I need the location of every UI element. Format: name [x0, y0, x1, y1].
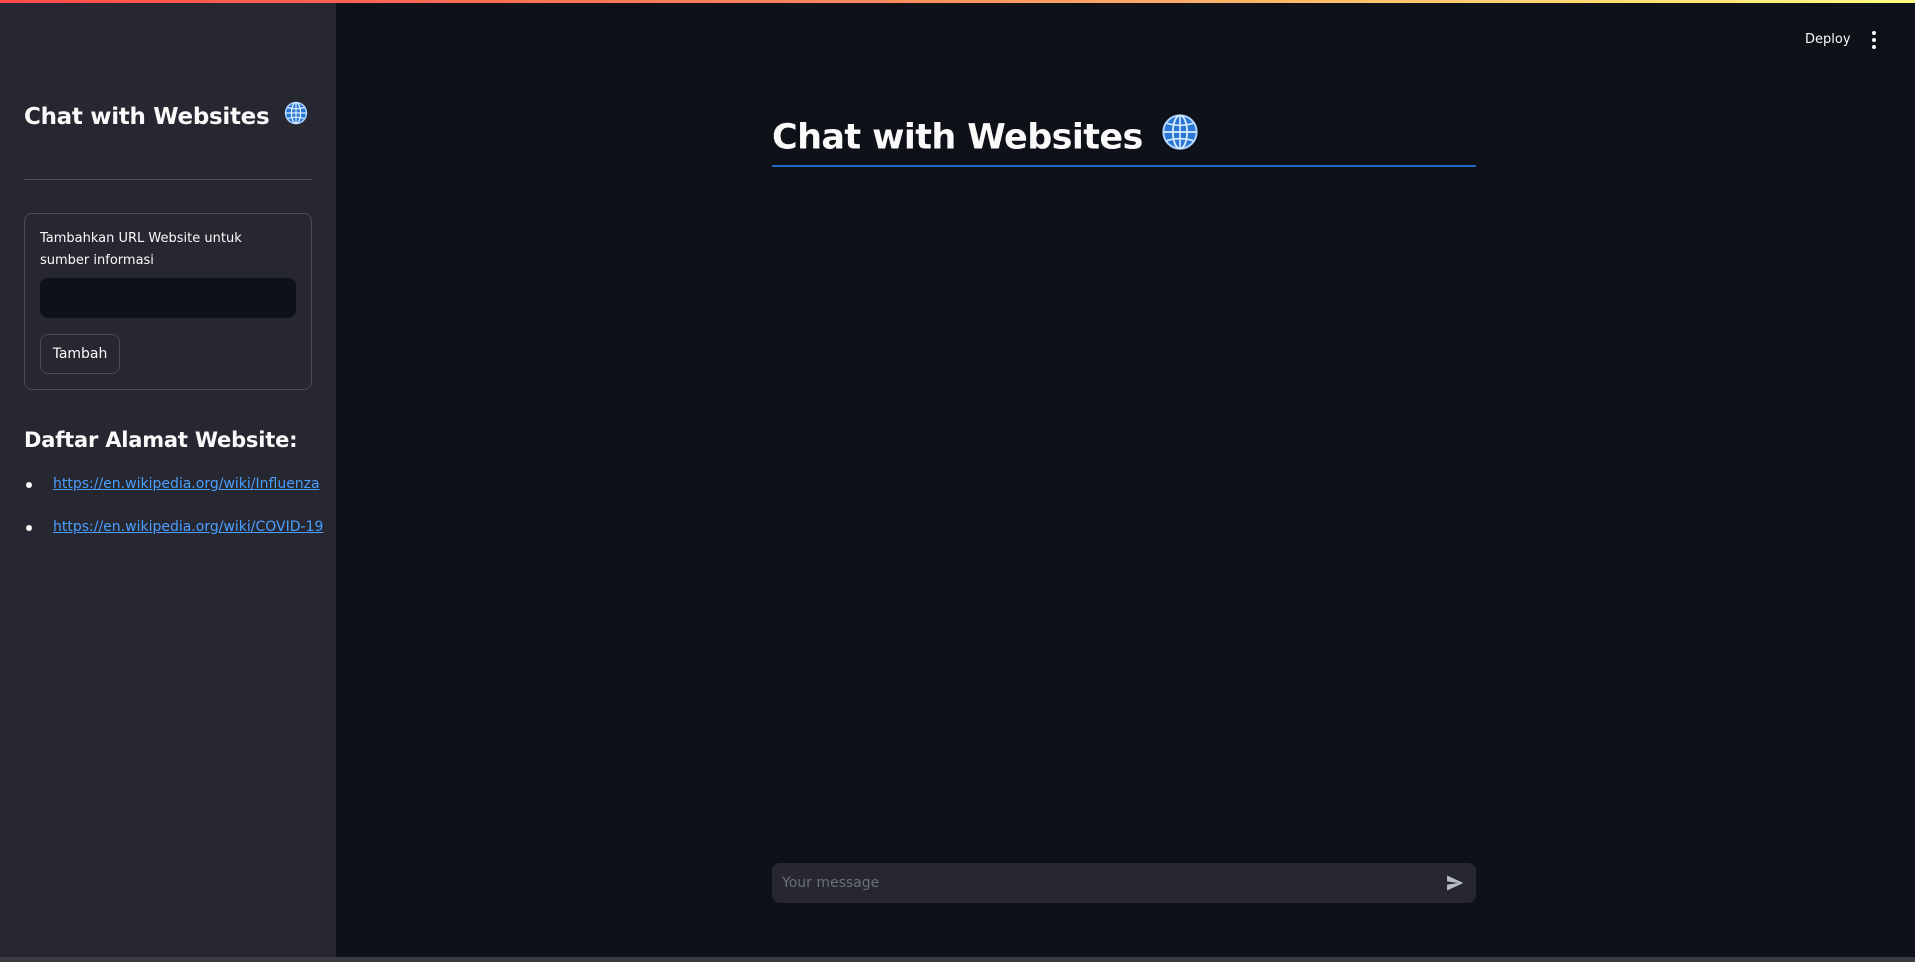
url-input-label: Tambahkan URL Website untuk sumber infor…	[40, 231, 242, 268]
url-input[interactable]	[40, 278, 296, 318]
top-decoration-bar	[0, 0, 1915, 3]
website-list-title: Daftar Alamat Website:	[24, 428, 298, 452]
list-item: https://en.wikipedia.org/wiki/COVID-19	[24, 515, 324, 540]
website-list: https://en.wikipedia.org/wiki/Influenza …	[24, 472, 324, 558]
add-url-button[interactable]: Tambah	[40, 334, 120, 374]
chat-input-container	[772, 863, 1476, 903]
title-divider	[772, 165, 1476, 167]
sidebar: Chat with Websites Tambahkan URL Website…	[0, 0, 336, 957]
streamlit-app: Chat with Websites Tambahkan URL Website…	[0, 0, 1915, 957]
website-link-covid19[interactable]: https://en.wikipedia.org/wiki/COVID-19	[53, 519, 323, 535]
send-icon[interactable]	[1444, 872, 1466, 894]
more-vertical-icon[interactable]	[1866, 28, 1882, 52]
add-url-form: Tambahkan URL Website untuk sumber infor…	[24, 213, 312, 390]
sidebar-divider	[24, 179, 312, 180]
bullet-icon	[26, 525, 32, 531]
list-item: https://en.wikipedia.org/wiki/Influenza	[24, 472, 324, 497]
page-title-text: Chat with Websites	[772, 117, 1143, 158]
globe-icon	[1161, 113, 1199, 164]
website-link-influenza[interactable]: https://en.wikipedia.org/wiki/Influenza	[53, 476, 320, 492]
page-title: Chat with Websites	[772, 113, 1199, 164]
sidebar-title: Chat with Websites	[24, 101, 308, 134]
globe-icon	[284, 101, 308, 134]
bullet-icon	[26, 482, 32, 488]
sidebar-title-text: Chat with Websites	[24, 104, 270, 130]
deploy-button[interactable]: Deploy	[1805, 30, 1851, 50]
chat-message-input[interactable]	[772, 863, 1422, 903]
